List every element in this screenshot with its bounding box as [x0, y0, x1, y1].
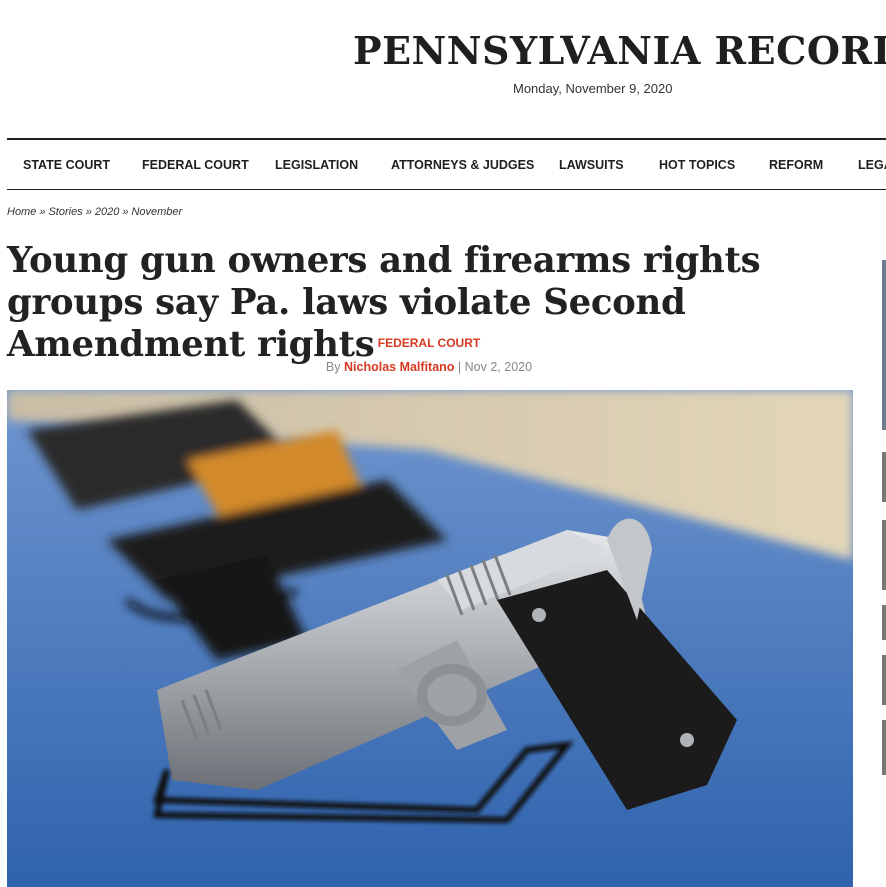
sidebar-story-3[interactable] — [882, 605, 886, 640]
site-date: Monday, November 9, 2020 — [513, 81, 673, 96]
breadcrumb-month[interactable]: November — [131, 206, 182, 218]
breadcrumb-year[interactable]: 2020 — [95, 206, 119, 218]
author-link[interactable]: Nicholas Malfitano — [344, 360, 454, 374]
breadcrumb-separator: » — [85, 206, 92, 218]
site-title[interactable]: PENNSYLVANIA RECORD — [353, 28, 886, 73]
sidebar-story-2[interactable] — [882, 520, 886, 590]
byline-divider: | — [457, 360, 462, 374]
nav-item-lawsuits[interactable]: LAWSUITS — [559, 158, 624, 172]
sidebar-partial — [882, 240, 886, 887]
breadcrumb: Home» Stories» 2020» November — [7, 206, 182, 218]
article-date: Nov 2, 2020 — [464, 360, 533, 374]
nav-item-legislation[interactable]: LEGISLATION — [275, 158, 358, 172]
sidebar-story-4[interactable] — [882, 655, 886, 705]
hero-image — [7, 390, 853, 887]
sidebar-thumbnail[interactable] — [882, 260, 886, 430]
sidebar-story-1[interactable] — [882, 452, 886, 502]
masthead: PENNSYLVANIA RECORD Monday, November 9, … — [0, 0, 886, 138]
breadcrumb-separator: » — [122, 206, 129, 218]
breadcrumb-separator: » — [39, 206, 46, 218]
article-byline: By Nicholas Malfitano | Nov 2, 2020 — [0, 360, 858, 374]
byline-prefix: By — [325, 360, 341, 374]
sidebar-story-5[interactable] — [882, 720, 886, 775]
nav-item-legal[interactable]: LEGA — [858, 158, 886, 172]
nav-item-reform[interactable]: REFORM — [769, 158, 823, 172]
breadcrumb-stories[interactable]: Stories — [48, 206, 82, 218]
nav-item-attorneys-judges[interactable]: ATTORNEYS & JUDGES — [391, 158, 534, 172]
main-nav: STATE COURT FEDERAL COURT LEGISLATION AT… — [7, 138, 886, 190]
handgun-photo-icon — [7, 390, 853, 887]
article-category[interactable]: FEDERAL COURT — [378, 336, 480, 350]
nav-item-hot-topics[interactable]: HOT TOPICS — [659, 158, 735, 172]
nav-item-federal-court[interactable]: FEDERAL COURT — [142, 158, 249, 172]
nav-item-state-court[interactable]: STATE COURT — [23, 158, 110, 172]
breadcrumb-home[interactable]: Home — [7, 206, 36, 218]
article-category-wrap: FEDERAL COURT — [0, 336, 858, 350]
